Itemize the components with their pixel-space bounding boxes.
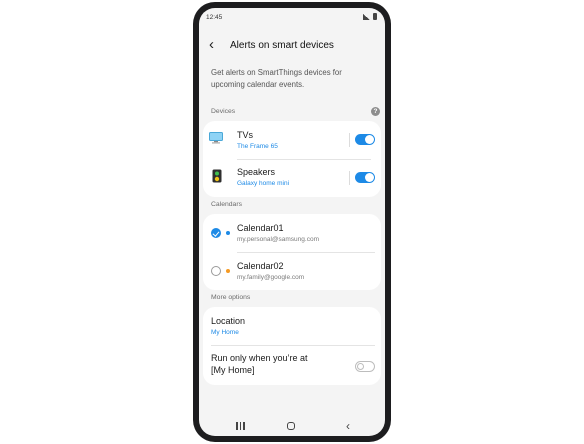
calendar-account-1: my.personal@samsung.com — [237, 236, 319, 243]
screen: 12:45 ‹ Alerts on smart devices Get aler… — [199, 8, 385, 436]
run-only-label-line2: [My Home] — [211, 365, 255, 375]
device-sub-tvs: The Frame 65 — [237, 143, 278, 150]
tv-icon — [209, 132, 223, 144]
calendar01-checkbox[interactable] — [211, 228, 221, 238]
divider — [211, 345, 375, 346]
description-text: Get alerts on SmartThings devices for up… — [211, 68, 342, 89]
calendar-label-1: Calendar01 — [237, 223, 284, 233]
status-time: 12:45 — [206, 14, 223, 21]
navigation-bar: ‹ — [199, 419, 385, 436]
speakers-toggle[interactable] — [355, 172, 375, 183]
page-title: Alerts on smart devices — [230, 40, 334, 51]
phone-frame: 12:45 ‹ Alerts on smart devices Get aler… — [193, 2, 391, 442]
status-bar: 12:45 — [199, 8, 385, 26]
more-options-heading: More options — [211, 294, 251, 301]
nav-back-icon[interactable]: ‹ — [346, 419, 350, 433]
calendar-label-2: Calendar02 — [237, 261, 284, 271]
speaker-icon — [212, 169, 222, 183]
signal-icon — [363, 13, 370, 20]
devices-card: TVs The Frame 65 Speakers Galaxy home mi… — [203, 121, 381, 197]
home-icon[interactable] — [287, 422, 295, 430]
device-label-tvs: TVs — [237, 130, 254, 140]
devices-heading: Devices — [211, 108, 236, 115]
calendars-card: Calendar01 my.personal@samsung.com Calen… — [203, 214, 381, 290]
run-only-toggle[interactable] — [355, 361, 375, 372]
location-value: My Home — [211, 329, 239, 336]
calendars-heading: Calendars — [211, 201, 242, 208]
calendar-color-dot — [226, 231, 230, 235]
app-bar: ‹ Alerts on smart devices — [199, 34, 385, 58]
device-label-speakers: Speakers — [237, 167, 276, 177]
help-icon[interactable]: ? — [371, 107, 380, 116]
row-separator — [349, 171, 350, 185]
device-sub-speakers: Galaxy home mini — [237, 180, 290, 187]
status-icons — [363, 13, 377, 20]
recent-apps-icon[interactable] — [236, 422, 245, 430]
calendar-color-dot — [226, 269, 230, 273]
calendar-account-2: my.family@google.com — [237, 274, 305, 281]
back-arrow-icon[interactable]: ‹ — [209, 37, 214, 53]
battery-icon — [373, 13, 377, 20]
tvs-toggle[interactable] — [355, 134, 375, 145]
calendar02-checkbox[interactable] — [211, 266, 221, 276]
run-only-label-line1: Run only when you’re at — [211, 353, 308, 363]
more-options-card: Location My Home Run only when you’re at… — [203, 307, 381, 385]
row-separator — [349, 133, 350, 147]
location-label: Location — [211, 316, 246, 326]
divider — [237, 159, 371, 160]
divider — [237, 252, 375, 253]
